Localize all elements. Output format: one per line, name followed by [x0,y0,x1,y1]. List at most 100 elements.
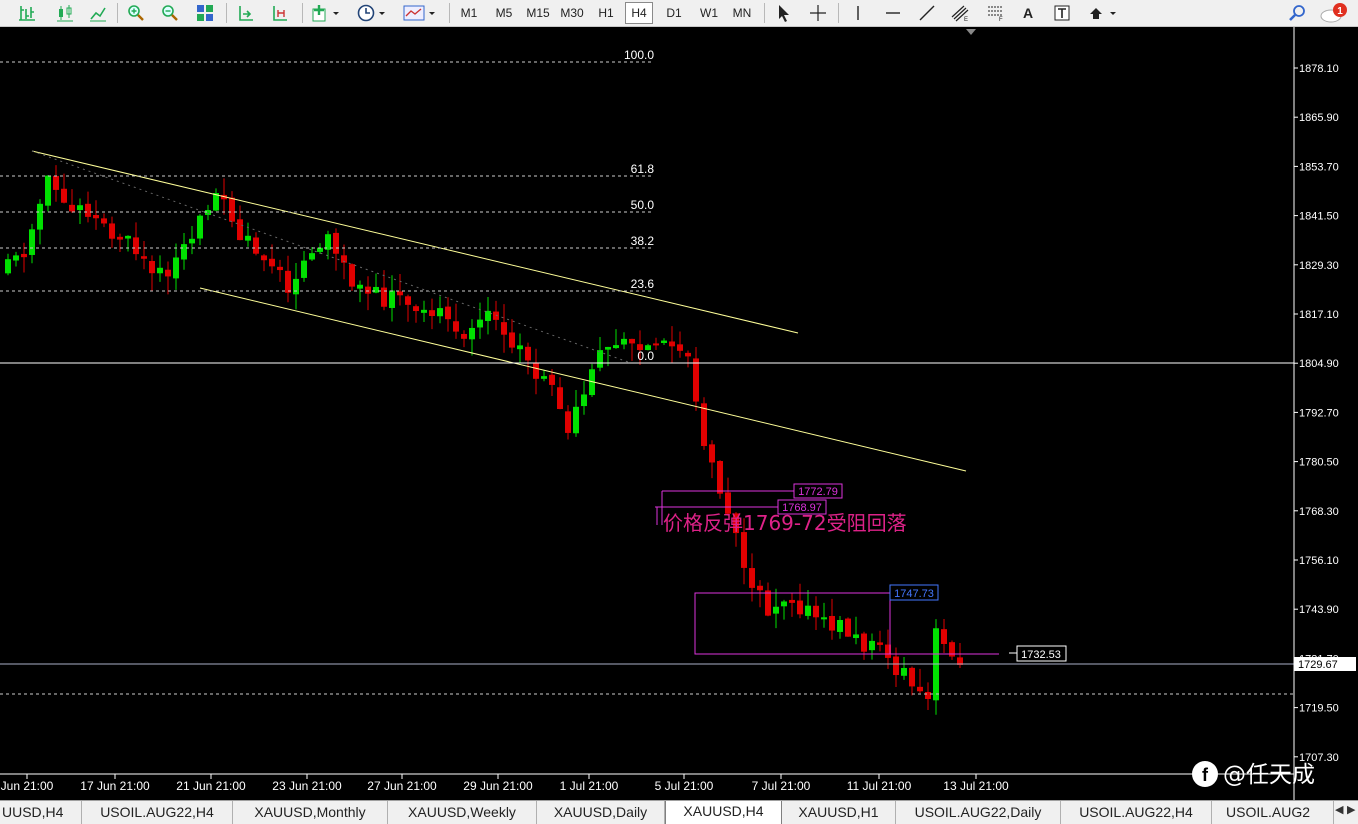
price-axis-label: 1853.70 [1299,161,1339,173]
candle-body [525,346,531,361]
candlestick-icon[interactable] [53,2,77,24]
tab-usoil-aug22-h4[interactable]: USOIL.AUG22,H4 [82,801,233,824]
timeframe-w1[interactable]: W1 [695,2,723,24]
chart-annotation[interactable]: 价格反弹1769-72受阻回落 [663,511,907,535]
candle-body [45,175,51,206]
tab-usoil-aug2[interactable]: USOIL.AUG2 [1212,801,1334,824]
notification-count: 1 [1337,6,1343,17]
tab-xauusd-h4[interactable]: XAUUSD,H4 [665,801,782,824]
price-axis-label: 1780.50 [1299,457,1339,469]
candle-body [69,204,75,212]
tab-xauusd-monthly[interactable]: XAUUSD,Monthly [233,801,388,824]
tab-scroll-left-icon[interactable]: ◀ [1335,803,1343,816]
candle-body [757,585,763,591]
candle-body [941,629,947,644]
time-axis-label: Jun 21:00 [1,779,54,793]
auto-scroll-icon[interactable] [268,2,292,24]
candle-body [197,215,203,239]
price-axis-label: 1817.10 [1299,309,1339,321]
candle-body [925,692,931,699]
candle-body [565,411,571,433]
candle-body [629,338,635,344]
candle-body [381,287,387,307]
candle-body [229,197,235,222]
trendline-icon[interactable] [915,2,939,24]
candle-body [517,345,523,350]
time-axis-label: 5 Jul 21:00 [655,779,714,793]
tab-scroll-right-icon[interactable]: ▶ [1347,803,1355,816]
tab-uusd-h4[interactable]: UUSD,H4 [0,801,82,824]
tab-usoil-aug22-daily[interactable]: USOIL.AUG22,Daily [896,801,1061,824]
price-box-1772[interactable]: 1772.79 [793,483,843,499]
arrows-dropdown[interactable] [1085,2,1121,24]
price-axis[interactable]: 1878.10 1865.90 1853.70 1841.50 1829.30 1817.… [1293,27,1358,800]
candle-body [309,253,315,260]
templates-dropdown[interactable] [400,2,440,24]
timeframe-m30[interactable]: M30 [557,2,587,24]
crosshair-icon[interactable] [806,2,830,24]
candle-body [621,338,627,345]
time-axis-label: 1 Jul 21:00 [560,779,619,793]
periods-dropdown[interactable] [354,2,390,24]
price-box-1732[interactable]: 1732.53 [1009,645,1067,662]
tab-usoil-aug22-h4-2[interactable]: USOIL.AUG22,H4 [1061,801,1212,824]
time-axis-label: 27 Jun 21:00 [367,779,437,793]
chart-shift-icon[interactable] [234,2,258,24]
search-icon[interactable] [1285,2,1309,24]
timeframe-h1[interactable]: H1 [593,2,619,24]
timeframe-m5[interactable]: M5 [490,2,518,24]
candle-body [461,333,467,339]
candle-body [837,620,843,632]
watermark-text: @任天成 [1223,762,1315,788]
zoom-in-icon[interactable] [124,2,148,24]
fib-level-label: 61.8 [631,162,655,176]
text-tool-icon[interactable]: A [1017,2,1039,24]
tile-windows-icon[interactable] [193,2,217,24]
timeframe-mn[interactable]: MN [728,2,756,24]
price-axis-label: 1768.30 [1299,506,1339,518]
candle-body [869,640,875,651]
bar-chart-icon[interactable] [15,2,39,24]
timeframe-h4[interactable]: H4 [625,2,653,24]
candle-body [581,394,587,407]
price-box-1747[interactable]: 1747.73 [889,584,939,601]
indicators-dropdown[interactable] [308,2,344,24]
candle-body [29,229,35,255]
candle-body [509,332,515,348]
candle-body [917,686,923,692]
tab-xauusd-daily[interactable]: XAUUSD,Daily [537,801,665,824]
candle-body [349,264,355,287]
tab-xauusd-weekly[interactable]: XAUUSD,Weekly [388,801,537,824]
toolbar: M1 M5 M15 M30 H1 H4 D1 W1 MN E F A 1 [0,0,1358,27]
price-chart[interactable]: 100.0 61.8 50.0 38.2 23.6 0.0 1772.79 1768.97… [0,27,1358,800]
candle-body [453,321,459,332]
text-label-icon[interactable] [1050,2,1074,24]
candle-body [173,257,179,279]
price-box-1747-text: 1747.73 [894,588,934,600]
timeframe-d1[interactable]: D1 [661,2,687,24]
cursor-icon[interactable] [771,2,795,24]
candle-body [709,444,715,463]
tab-xauusd-h1[interactable]: XAUUSD,H1 [782,801,896,824]
zoom-out-icon[interactable] [158,2,182,24]
price-box-1732-text: 1732.53 [1021,649,1061,661]
notifications-icon[interactable]: 1 [1318,2,1350,24]
candle-body [861,633,867,652]
line-chart-icon[interactable] [86,2,110,24]
time-axis-label: 13 Jul 21:00 [943,779,1009,793]
candle-body [445,306,451,320]
current-price-text: 1729.67 [1298,659,1338,671]
candle-body [269,258,275,267]
horizontal-line-icon[interactable] [881,2,905,24]
equidistant-channel-icon[interactable]: E [948,2,974,24]
fibonacci-retracement-icon[interactable]: F [983,2,1009,24]
candle-body [333,232,339,254]
candle-body [293,278,299,295]
chart-canvas[interactable]: 100.061.850.038.223.60.0 1772.79 1768.97… [0,27,1358,800]
timeframe-m15[interactable]: M15 [523,2,553,24]
candle-body [597,350,603,368]
candle-body [101,218,107,224]
candle-body [237,219,243,241]
vertical-line-icon[interactable] [846,2,870,24]
timeframe-m1[interactable]: M1 [456,2,482,24]
